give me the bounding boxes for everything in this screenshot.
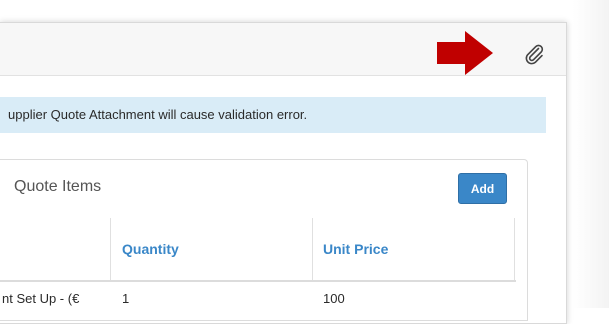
quote-items-title: Quote Items (14, 178, 102, 195)
right-arrow-icon (437, 31, 493, 75)
table-header-divider (0, 280, 516, 282)
add-quote-item-button[interactable]: Add (458, 173, 507, 204)
validation-alert: upplier Quote Attachment will cause vali… (0, 97, 546, 133)
column-divider (110, 218, 111, 280)
table-cell-quantity: 1 (122, 291, 130, 306)
alert-message: upplier Quote Attachment will cause vali… (8, 107, 308, 122)
column-header-quantity[interactable]: Quantity (122, 241, 179, 257)
column-divider (312, 218, 313, 280)
table-cell-item: nt Set Up - (€ (2, 291, 80, 306)
table-cell-unit-price: 100 (323, 291, 345, 306)
column-divider (514, 218, 515, 280)
paperclip-icon[interactable] (522, 42, 546, 66)
column-header-unit-price[interactable]: Unit Price (323, 241, 388, 257)
